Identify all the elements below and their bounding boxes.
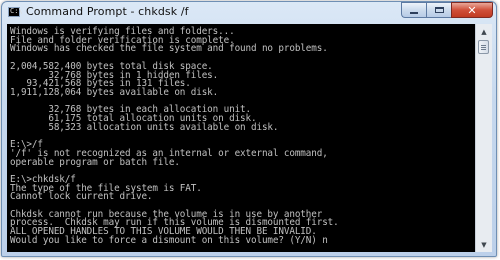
console-line: 58,323 allocation units available on dis…: [10, 121, 279, 133]
console-line: Windows has checked the file system and …: [10, 43, 328, 55]
close-button[interactable]: ✕: [451, 2, 493, 18]
close-icon: ✕: [467, 3, 477, 17]
title-bar[interactable]: C:\ Command Prompt - chkdsk /f ✕: [2, 2, 496, 23]
minimize-button[interactable]: [401, 2, 426, 18]
minimize-icon: [410, 12, 418, 14]
command-prompt-icon-label: C:\: [10, 7, 23, 15]
scrollbar-thumb[interactable]: [478, 40, 489, 54]
scroll-down-arrow-icon[interactable]: ▼: [476, 237, 492, 252]
console-line: Would you like to force a dismount on th…: [10, 234, 328, 246]
command-prompt-window: C:\ Command Prompt - chkdsk /f ✕ Windows…: [1, 1, 497, 257]
scrollbar-grip-line: [481, 47, 486, 48]
window-title: Command Prompt - chkdsk /f: [26, 5, 189, 18]
scrollbar-grip-line: [481, 45, 486, 46]
console-line: 1,911,128,064 bytes available on disk.: [10, 86, 219, 98]
window-controls: ✕: [401, 2, 493, 19]
maximize-icon: [434, 7, 444, 13]
maximize-button[interactable]: [426, 2, 451, 18]
vertical-scrollbar[interactable]: ▲ ▼: [475, 24, 492, 252]
command-prompt-icon[interactable]: C:\: [8, 7, 23, 17]
scroll-up-arrow-icon[interactable]: ▲: [476, 24, 492, 39]
console-line: operable program or batch file.: [10, 156, 180, 168]
console-output[interactable]: Windows is verifying files and folders..…: [7, 24, 475, 252]
scrollbar-grip-line: [481, 49, 486, 50]
console-line: Cannot lock current drive.: [10, 191, 153, 203]
